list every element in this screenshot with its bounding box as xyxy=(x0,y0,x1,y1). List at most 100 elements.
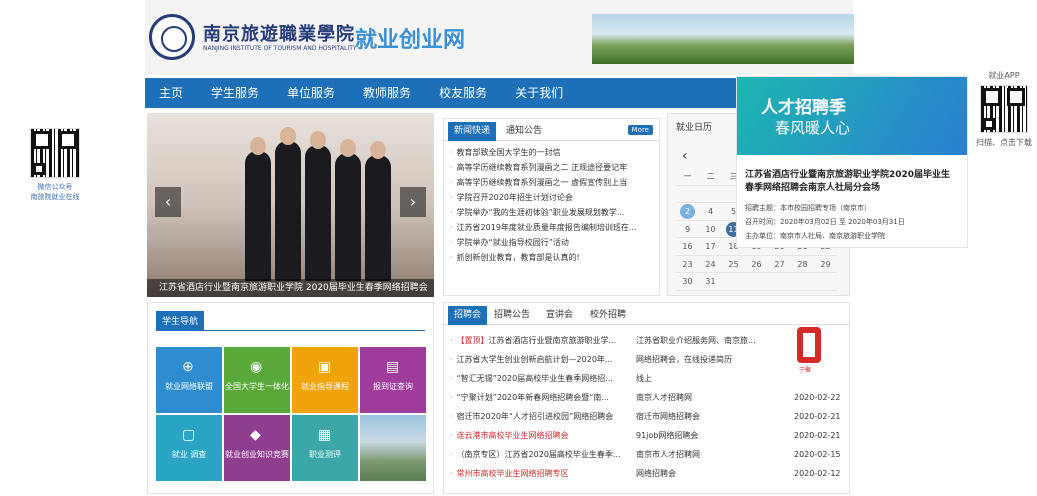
list-item[interactable]: 江苏省2019年度就业质量年度报告编制培训班在... xyxy=(450,220,653,235)
calendar-day xyxy=(722,273,745,291)
table-row[interactable]: 常州市高校毕业生网络招聘专区 网络招聘会 2020-02-12 xyxy=(450,464,843,483)
nav-about-us[interactable]: 关于我们 xyxy=(501,78,577,108)
tile-label: 职业测评 xyxy=(309,450,341,459)
calendar-day[interactable]: 27 xyxy=(768,256,791,273)
slider-next-button[interactable]: › xyxy=(400,187,426,217)
table-row[interactable]: （南京专区）江苏省2020届高校毕业生春季... 南京市人才招聘网 2020-02-… xyxy=(450,445,843,464)
tab-news[interactable]: 新闻快递 xyxy=(448,122,497,141)
calendar-day-number: 27 xyxy=(774,259,785,269)
table-row[interactable]: 【置顶】江苏省酒店行业暨南京旅游职业学...江苏省职业介绍服务网、南京旅... xyxy=(450,331,843,350)
nav-home[interactable]: 主页 xyxy=(145,78,197,108)
recruit-title[interactable]: “宁聚计划”2020年新春网络招聘会暨“南... xyxy=(457,388,635,407)
divider xyxy=(156,330,425,331)
recruit-date: 2020-02-21 xyxy=(794,412,841,421)
ad-banner[interactable]: 人才招聘季 春风暖人心 xyxy=(737,77,967,155)
nav-student-services[interactable]: 学生服务 xyxy=(197,78,273,108)
tile-employment-survey[interactable]: ▢ 就业 调查 xyxy=(156,415,222,481)
recruit-date: 2020-02-21 xyxy=(794,431,841,440)
tile-career-assessment[interactable]: ▦ 职业测评 xyxy=(292,415,358,481)
clipboard-icon: ▦ xyxy=(318,427,332,443)
recruit-source: 线上 xyxy=(636,374,652,383)
student-nav-tiles: ⊕ 就业网络联盟 ◉ 全国大学生一体化 ▣ 就业指导课程 ▤ 报到证查询 ▢ 就… xyxy=(156,347,428,481)
slide-person xyxy=(275,127,301,281)
calendar-day[interactable]: 23 xyxy=(676,256,699,273)
tile-knowledge-contest[interactable]: ◆ 就业创业知识竞赛 xyxy=(224,415,290,481)
list-item[interactable]: 学院召开2020年招生计划讨论会 xyxy=(450,190,653,205)
ad-theme: 招聘主题：本市校园招聘专场（南京市） xyxy=(745,204,871,212)
table-row[interactable]: 宿迁市2020年“人才招引进校园”网络招聘会 宿迁市网络招聘会 2020-02-21 xyxy=(450,407,843,426)
tile-certificate-query[interactable]: ▤ 报到证查询 xyxy=(360,347,426,413)
table-row[interactable]: “宁聚计划”2020年新春网络招聘会暨“南... 南京人才招聘网 2020-02-2… xyxy=(450,388,843,407)
list-item[interactable]: 学院举办“我的生涯初体验”职业发展规划教学... xyxy=(450,205,653,220)
recruit-title[interactable]: （南京专区）江苏省2020届高校毕业生春季... xyxy=(457,445,635,464)
calendar-day-number: 4 xyxy=(707,207,714,216)
recruit-title[interactable]: 江苏省大学生创业创新启航计划—2020年... xyxy=(457,350,635,369)
list-item[interactable]: 抓创新创业教育，教育部是认真的! xyxy=(450,250,653,265)
recruit-title[interactable]: 常州市高校毕业生网络招聘专区 xyxy=(457,464,635,483)
table-row[interactable]: 连云港市高校毕业生网络招聘会 91job网络招聘会 2020-02-21 xyxy=(450,426,843,445)
tab-notices[interactable]: 通知公告 xyxy=(500,122,548,141)
tab-offcampus[interactable]: 校外招聘 xyxy=(584,306,632,325)
calendar-day[interactable]: 26 xyxy=(745,256,768,273)
site-header: 南京旅遊職業學院 NANJING INSTITUTE OF TOURISM AN… xyxy=(145,0,854,75)
nav-teacher-services[interactable]: 教师服务 xyxy=(349,78,425,108)
monitor-icon: ▣ xyxy=(318,359,332,375)
calendar-day[interactable]: 16 xyxy=(676,238,699,256)
list-item[interactable]: 高等学历继续教育系列漫画之二 正规途径要记牢 xyxy=(450,160,653,175)
student-nav-title: 学生导航 xyxy=(156,311,205,330)
tile-guidance-course[interactable]: ▣ 就业指导课程 xyxy=(292,347,358,413)
calendar-day[interactable]: 4 xyxy=(699,203,722,221)
nav-employer-services[interactable]: 单位服务 xyxy=(273,78,349,108)
recruit-title[interactable]: “智汇无锡”2020届高校毕业生春季网络招... xyxy=(457,369,635,388)
tile-label: 就业 调查 xyxy=(171,450,207,459)
news-slider[interactable]: ‹ › 江苏省酒店行业暨南京旅游职业学院 2020届毕业生春季网络招聘会 xyxy=(147,113,434,297)
ningju-logo[interactable]: 宁聚 xyxy=(791,325,829,374)
recruit-date: 2020-02-22 xyxy=(794,393,841,402)
tab-job-fair[interactable]: 招聘会 xyxy=(448,306,488,325)
calendar-day[interactable]: 31 xyxy=(699,273,722,291)
calendar-prev-icon[interactable]: ‹ xyxy=(682,148,688,164)
calendar-day-number: 25 xyxy=(728,259,739,269)
list-item[interactable]: 高等学历继续教育系列漫画之一 虚假宣传别上当 xyxy=(450,175,653,190)
recruitment-ad-popup[interactable]: 人才招聘季 春风暖人心 江苏省酒店行业暨南京旅游职业学院2020届毕业生春季网络… xyxy=(736,76,968,248)
table-row[interactable]: 江苏省大学生创业创新启航计划—2020年... 网络招聘会，在线投递简历 xyxy=(450,350,843,369)
list-item[interactable]: 教育部致全国大学生的一封信 xyxy=(450,145,653,160)
calendar-day[interactable]: 10 xyxy=(699,221,722,238)
campus-building-photo xyxy=(360,415,426,481)
ad-title[interactable]: 江苏省酒店行业暨南京旅游职业学院2020届毕业生春季网络招聘会南京人社局分会场 xyxy=(737,155,967,201)
list-item[interactable]: 学院举办“就业指导校园行”活动 xyxy=(450,235,653,250)
recruit-title[interactable]: 宿迁市2020年“人才招引进校园”网络招聘会 xyxy=(457,407,635,426)
news-more-button[interactable]: More xyxy=(627,125,653,135)
calendar-day[interactable]: 9 xyxy=(676,221,699,238)
wechat-qr-block: 微信公众号 南旅院就业在线 xyxy=(20,128,90,202)
tile-label: 就业创业知识竞赛 xyxy=(225,450,289,459)
calendar-day[interactable]: 28 xyxy=(791,256,814,273)
calendar-day[interactable]: 2 xyxy=(676,203,699,221)
recruit-title[interactable]: 【置顶】江苏省酒店行业暨南京旅游职业学... xyxy=(457,331,635,350)
tile-national-integration[interactable]: ◉ 全国大学生一体化 xyxy=(224,347,290,413)
calendar-day[interactable]: 30 xyxy=(676,273,699,291)
app-qr-code[interactable] xyxy=(980,85,1028,133)
slider-prev-button[interactable]: ‹ xyxy=(155,187,181,217)
calendar-day xyxy=(745,273,768,291)
app-download-block[interactable]: 就业APP 扫描、点击下载 xyxy=(972,70,1036,148)
calendar-day[interactable]: 29 xyxy=(814,256,837,273)
recruit-source: 江苏省职业介绍服务网、南京旅... xyxy=(636,336,756,345)
calendar-day-number: 24 xyxy=(705,259,716,269)
calendar-day[interactable]: 25 xyxy=(722,256,745,273)
nav-alumni-services[interactable]: 校友服务 xyxy=(425,78,501,108)
slider-caption[interactable]: 江苏省酒店行业暨南京旅游职业学院 2020届毕业生春季网络招聘会 xyxy=(147,279,434,297)
calendar-day-number: 16 xyxy=(682,242,693,251)
calendar-day[interactable]: 24 xyxy=(699,256,722,273)
table-row[interactable]: “智汇无锡”2020届高校毕业生春季网络招... 线上 xyxy=(450,369,843,388)
calendar-day[interactable]: 17 xyxy=(699,238,722,256)
recruit-source: 网络招聘会，在线投递简历 xyxy=(636,355,732,364)
ad-time: 召开时间：2020年03月02日 至 2020年03月31日 xyxy=(745,218,905,226)
school-logo-icon[interactable] xyxy=(149,14,195,60)
slide-person xyxy=(305,131,331,281)
tab-presentation[interactable]: 宣讲会 xyxy=(540,306,579,325)
recruit-title[interactable]: 连云港市高校毕业生网络招聘会 xyxy=(457,426,635,445)
calendar-day xyxy=(791,273,814,291)
tile-employment-network[interactable]: ⊕ 就业网络联盟 xyxy=(156,347,222,413)
tab-recruit-notice[interactable]: 招聘公告 xyxy=(488,306,536,325)
